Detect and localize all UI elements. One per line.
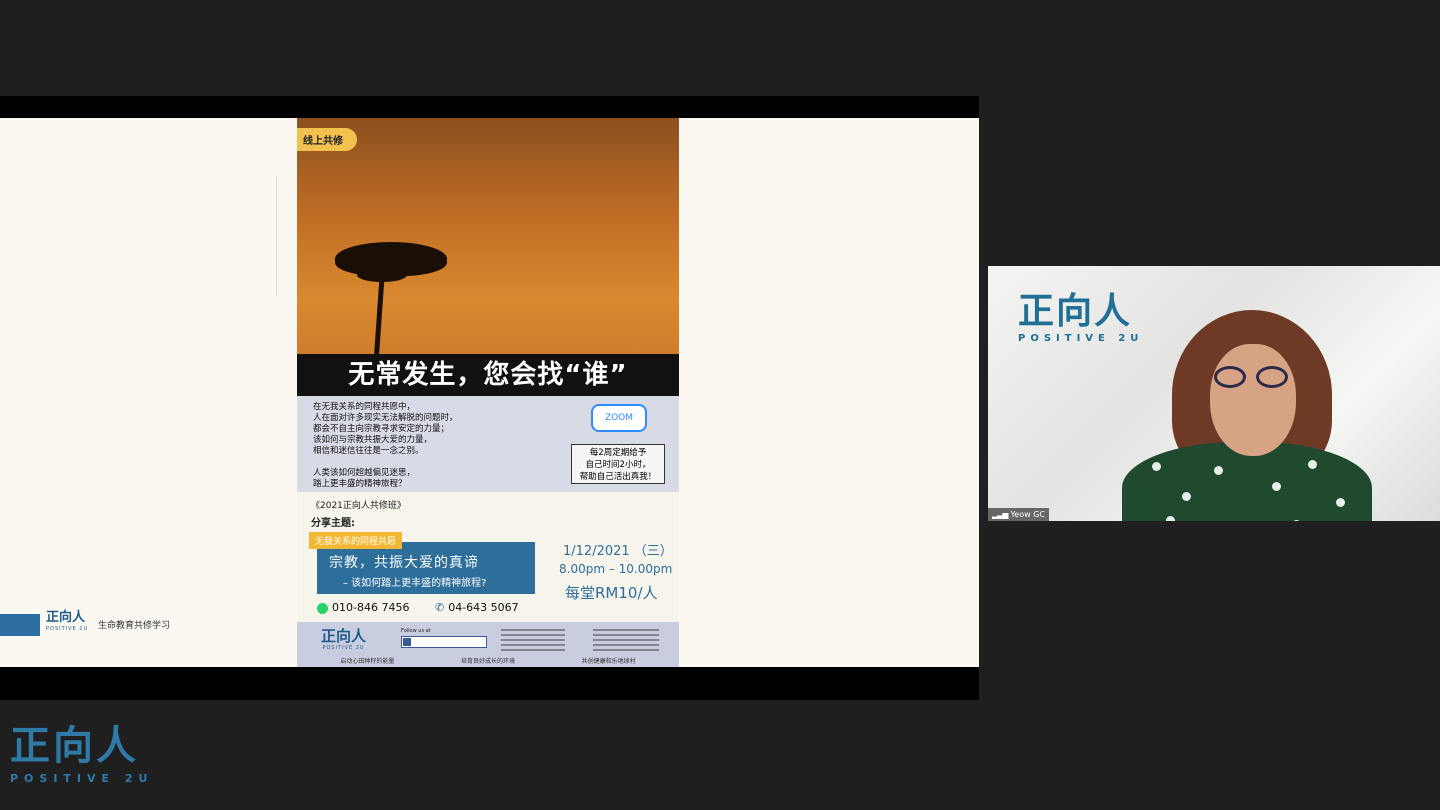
theme-tag: 无我关系的同程共愿 [309,532,403,549]
whatsapp-icon [317,602,328,614]
phone-contact: ✆ 04-643 5067 [435,601,519,614]
contact-block [593,626,659,652]
event-poster: 线上共修 无常发生，您会找“谁” 在无我关系的同程共愿中， 人在面对许多现实无法… [297,118,679,667]
phone-icon: ✆ [435,601,445,614]
follow-label: Follow us at [401,628,431,634]
brand-logo-cn: 正向人 [10,723,139,769]
shared-screen: 线上共修 无常发生，您会找“谁” 在无我关系的同程共愿中， 人在面对许多现实无法… [0,96,979,700]
promo-box: 每2周定期给予 自己时间2小时， 帮助自己活出真我！ [571,444,665,484]
participant-name-tag: ▂▃▅ Yeow GC [988,508,1049,521]
slide-footer-logo: 正向人 POSITIVE 2U [46,610,89,632]
topic-box: 宗教，共振大爱的真谛 – 该如何踏上更丰盛的精神旅程? [317,542,535,594]
online-tag: 线上共修 [297,128,357,151]
footer-tag: 共创健康和乐地球村 [581,658,636,665]
zoom-icon: ZOOM [591,404,647,432]
info-band: 在无我关系的同程共愿中， 人在面对许多现实无法解脱的问题时， 都会不自主向宗教寻… [297,396,679,492]
shared-slide: 线上共修 无常发生，您会找“谁” 在无我关系的同程共愿中， 人在面对许多现实无法… [0,118,979,667]
slide-footer-caption: 生命教育共修学习 [98,621,171,631]
poster-footer: 正向人 POSITIVE 2U Follow us at 启动心田种籽的能量 培… [297,622,679,667]
share-label: 分享主题: [311,518,355,529]
event-price: 每堂RM10/人 [565,584,658,602]
topic-main: 宗教，共振大爱的真谛 [329,555,479,571]
poster-footer-logo: 正向人 POSITIVE 2U [321,627,367,651]
facebook-icon [401,636,487,648]
whatsapp-contact: 010-846 7456 [317,601,409,614]
brand-watermark: 正向人 POSITIVE 2U [10,724,153,785]
participant-name: Yeow GC [1010,510,1045,519]
phone-number: 04-643 5067 [448,601,519,614]
slide-divider [276,176,277,296]
participant-face [1210,344,1296,456]
brand-logo-en: POSITIVE 2U [10,772,154,785]
slide-footer-bar [0,614,40,636]
footer-tag: 启动心田种籽的能量 [340,658,395,665]
whatsapp-number: 010-846 7456 [332,601,410,614]
glasses-icon [1214,366,1292,390]
series-title: 《2021正向人共修班》 [311,501,406,511]
topic-sub: – 该如何踏上更丰盛的精神旅程? [343,578,487,589]
participant-video[interactable]: 正向人 POSITIVE 2U ▂▃▅ Yeow GC [988,266,1440,521]
event-date: 1/12/2021 （三） [563,544,673,559]
video-watermark-logo: 正向人 POSITIVE 2U [1018,291,1144,345]
address-block [501,626,565,652]
intro-text: 在无我关系的同程共愿中， 人在面对许多现实无法解脱的问题时， 都会不自主向宗教寻… [313,402,458,489]
footer-tagline: 启动心田种籽的能量 培育良好成长的环境 共创健康和乐地球村 [307,656,669,665]
signal-bars-icon: ▂▃▅ [992,510,1009,519]
event-time: 8.00pm – 10.00pm [559,562,673,576]
footer-tag: 培育良好成长的环境 [460,658,515,665]
poster-headline: 无常发生，您会找“谁” [297,354,679,396]
